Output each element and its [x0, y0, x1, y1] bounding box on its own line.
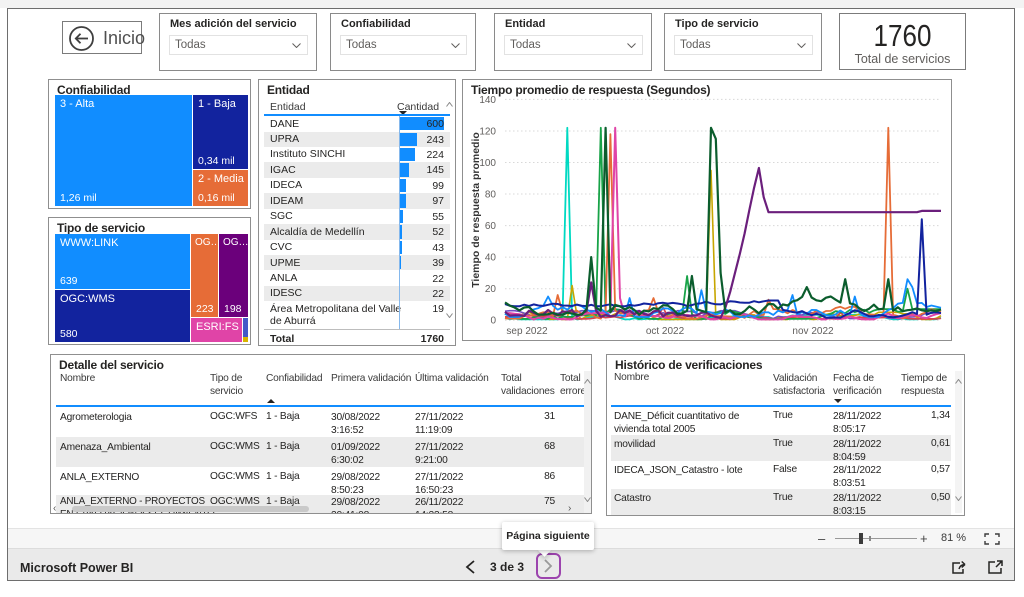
svg-text:140: 140	[479, 95, 496, 106]
svg-text:20: 20	[485, 284, 497, 295]
svg-text:sep 2022: sep 2022	[506, 326, 548, 337]
svg-text:nov 2022: nov 2022	[792, 326, 834, 337]
svg-text:Tiempo de respuesta promedio: Tiempo de respuesta promedio	[470, 132, 482, 288]
svg-text:60: 60	[485, 221, 497, 232]
svg-text:oct 2022: oct 2022	[646, 326, 685, 337]
svg-text:80: 80	[485, 190, 497, 201]
svg-text:0: 0	[490, 316, 496, 327]
svg-text:40: 40	[485, 253, 497, 264]
